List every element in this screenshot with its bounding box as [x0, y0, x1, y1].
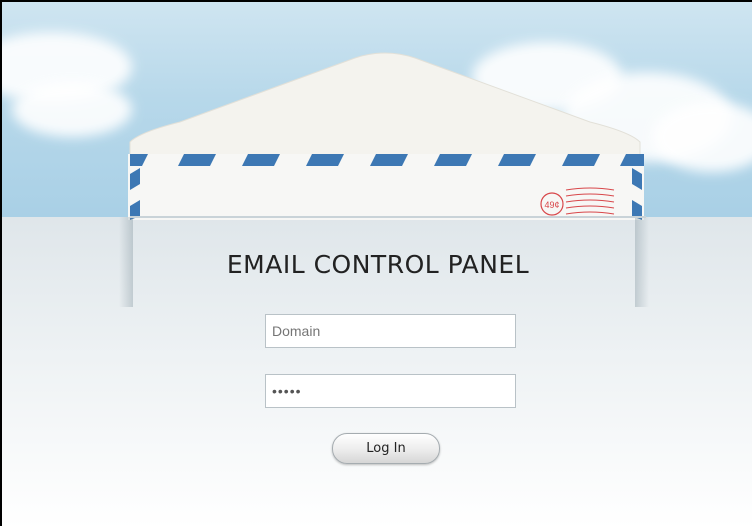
domain-field[interactable]: [265, 314, 516, 348]
cloud: [12, 82, 132, 137]
page-frame: 49¢ EMAIL CONTROL PANEL Log In: [0, 0, 752, 526]
cloud: [652, 102, 752, 172]
panel-top-edge: [130, 216, 646, 218]
envelope-graphic: 49¢: [128, 52, 644, 220]
page-title: EMAIL CONTROL PANEL: [226, 250, 530, 279]
login-button[interactable]: Log In: [332, 433, 440, 464]
password-field[interactable]: [265, 374, 516, 408]
stamp-text: 49¢: [544, 200, 559, 210]
